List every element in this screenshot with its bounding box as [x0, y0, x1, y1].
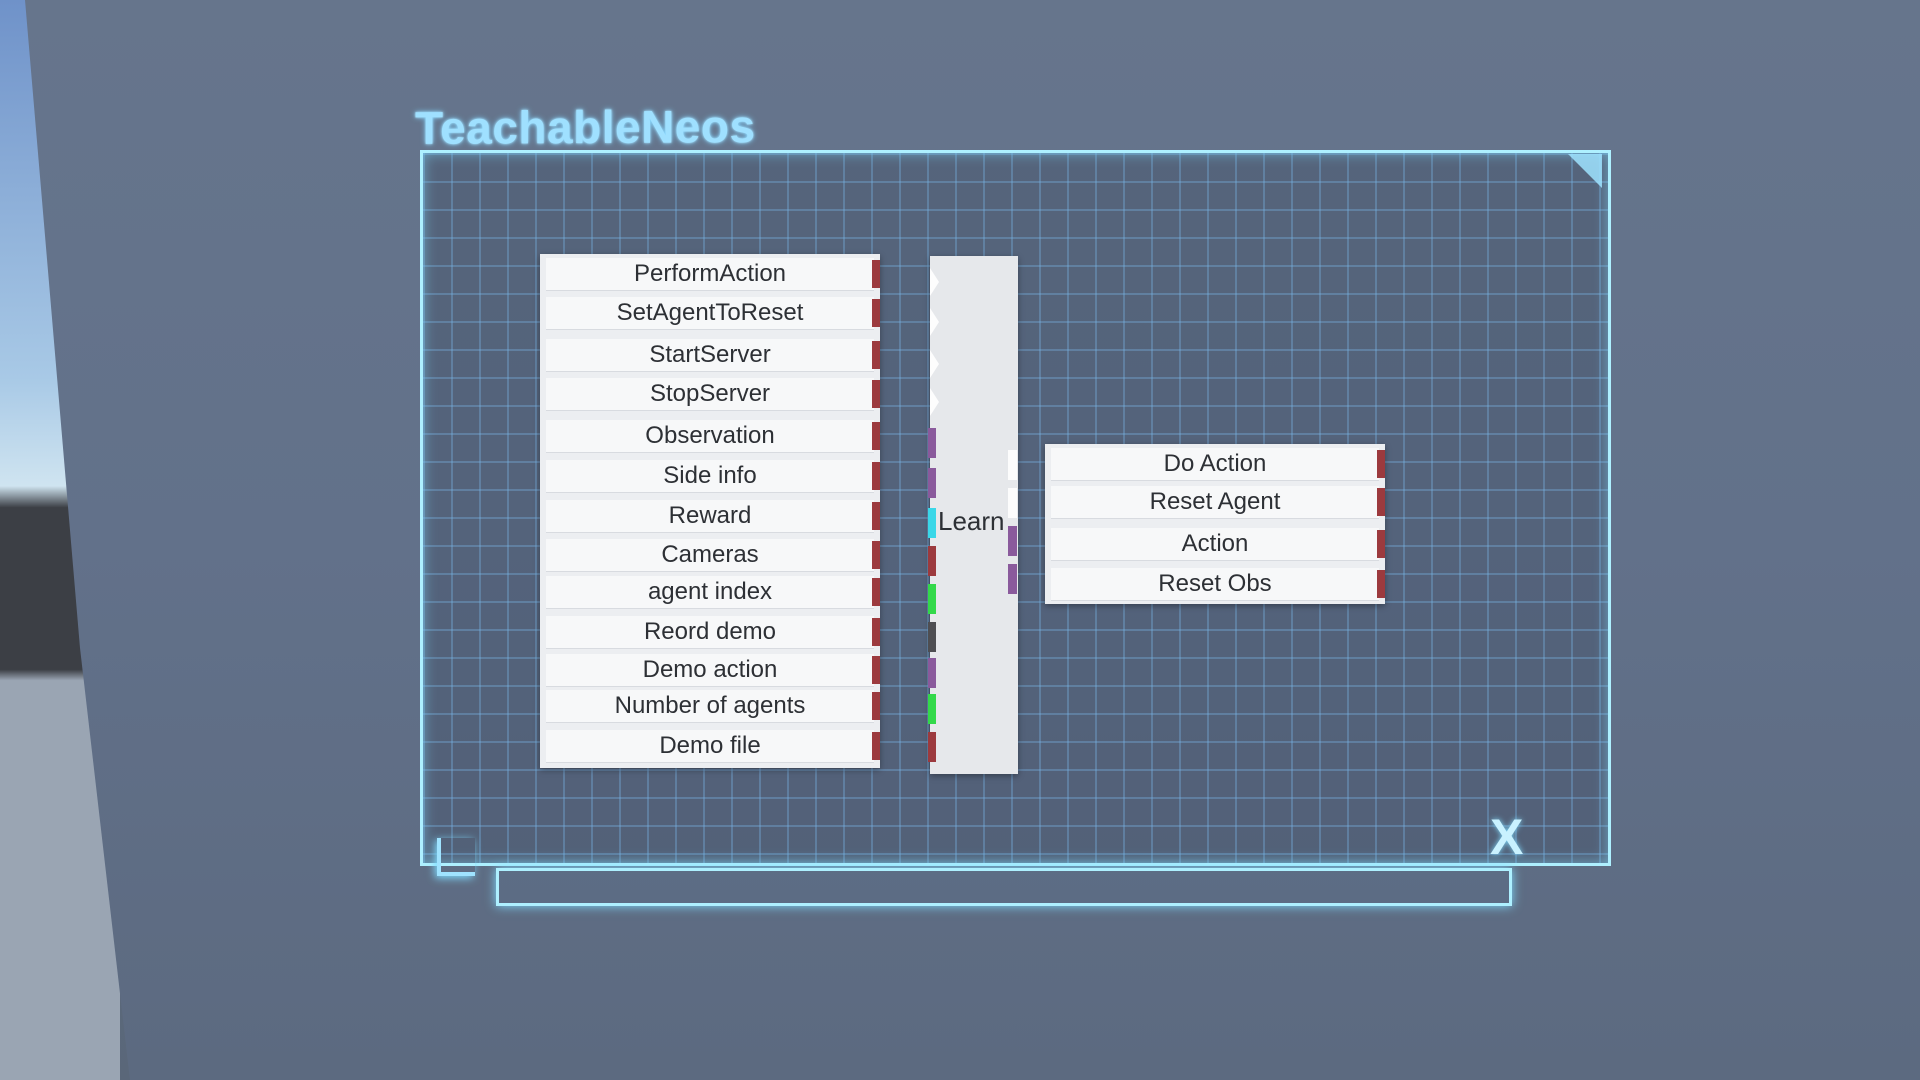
input-label: agent index	[647, 578, 773, 605]
output-port[interactable]	[872, 502, 880, 530]
output-port-reset-obs[interactable]	[1008, 564, 1017, 594]
input-row-record-demo[interactable]: Reord demo	[546, 616, 880, 649]
input-label: Cameras	[661, 541, 759, 568]
output-port[interactable]	[872, 380, 880, 408]
output-port[interactable]	[872, 692, 880, 720]
input-row-cameras[interactable]: Cameras	[546, 539, 880, 572]
input-label: PerformAction	[633, 260, 787, 287]
impulse-input-port[interactable]	[930, 350, 939, 378]
input-row-start-server[interactable]: StartServer	[546, 339, 880, 372]
output-port[interactable]	[1377, 570, 1385, 598]
output-row-do-action[interactable]: Do Action	[1051, 448, 1385, 481]
output-label: Action	[1181, 530, 1249, 557]
input-row-stop-server[interactable]: StopServer	[546, 378, 880, 411]
input-label: Number of agents	[614, 692, 806, 719]
output-row-reset-obs[interactable]: Reset Obs	[1051, 568, 1385, 601]
output-port[interactable]	[872, 422, 880, 450]
input-row-perform-action[interactable]: PerformAction	[546, 258, 880, 291]
input-label: Reord demo	[643, 618, 777, 645]
output-port-action[interactable]	[1008, 526, 1017, 556]
close-button[interactable]: X	[1490, 808, 1523, 866]
input-label: Reward	[668, 502, 752, 529]
output-label: Reset Obs	[1158, 570, 1272, 597]
output-label: Reset Agent	[1149, 488, 1281, 515]
impulse-input-port[interactable]	[930, 268, 939, 296]
output-label: Do Action	[1163, 450, 1267, 477]
output-port[interactable]	[872, 732, 880, 760]
input-row-number-of-agents[interactable]: Number of agents	[546, 690, 880, 723]
output-row-reset-agent[interactable]: Reset Agent	[1051, 486, 1385, 519]
input-port-demo-file[interactable]	[928, 732, 936, 762]
input-label: StopServer	[649, 380, 771, 407]
impulse-output-port[interactable]	[1008, 488, 1017, 518]
input-row-side-info[interactable]: Side info	[546, 460, 880, 493]
output-port[interactable]	[872, 341, 880, 369]
input-label: Demo action	[642, 656, 778, 683]
window-title: TeachableNeos	[415, 100, 756, 154]
output-port[interactable]	[1377, 450, 1385, 478]
input-port-agent-index[interactable]	[928, 584, 936, 614]
output-port[interactable]	[872, 541, 880, 569]
corner-bracket-bottom-left	[437, 838, 475, 876]
input-port-demo-action[interactable]	[928, 658, 936, 688]
input-label: SetAgentToReset	[616, 299, 804, 326]
output-port[interactable]	[872, 618, 880, 646]
output-port[interactable]	[1377, 488, 1385, 516]
input-port-reward[interactable]	[928, 508, 936, 538]
output-port[interactable]	[872, 656, 880, 684]
output-port[interactable]	[872, 462, 880, 490]
panel-grab-bar[interactable]	[496, 868, 1512, 906]
input-port-cameras[interactable]	[928, 546, 936, 576]
input-row-demo-file[interactable]: Demo file	[546, 730, 880, 763]
output-port[interactable]	[872, 578, 880, 606]
impulse-input-port[interactable]	[930, 308, 939, 336]
impulse-output-port[interactable]	[1008, 450, 1017, 480]
learn-node-label: Learn	[938, 506, 1005, 536]
impulse-input-port[interactable]	[930, 388, 939, 416]
input-row-reward[interactable]: Reward	[546, 500, 880, 533]
input-port-observation[interactable]	[928, 428, 936, 458]
input-port-number-of-agents[interactable]	[928, 694, 936, 724]
input-label: StartServer	[649, 341, 771, 368]
input-port-record-demo[interactable]	[928, 622, 936, 652]
input-row-demo-action[interactable]: Demo action	[546, 654, 880, 687]
input-row-agent-index[interactable]: agent index	[546, 576, 880, 609]
input-label: Side info	[663, 462, 757, 489]
output-port[interactable]	[1377, 530, 1385, 558]
output-port[interactable]	[872, 260, 880, 288]
input-list: PerformAction SetAgentToReset StartServe…	[540, 254, 880, 768]
resize-corner-top-right[interactable]	[1568, 154, 1602, 188]
input-label: Demo file	[659, 732, 761, 759]
input-row-set-agent-to-reset[interactable]: SetAgentToReset	[546, 297, 880, 330]
output-row-action[interactable]: Action	[1051, 528, 1385, 561]
output-list: Do Action Reset Agent Action Reset Obs	[1045, 444, 1385, 604]
input-port-side-info[interactable]	[928, 468, 936, 498]
input-label: Observation	[645, 422, 775, 449]
output-port[interactable]	[872, 299, 880, 327]
input-row-observation[interactable]: Observation	[546, 420, 880, 453]
